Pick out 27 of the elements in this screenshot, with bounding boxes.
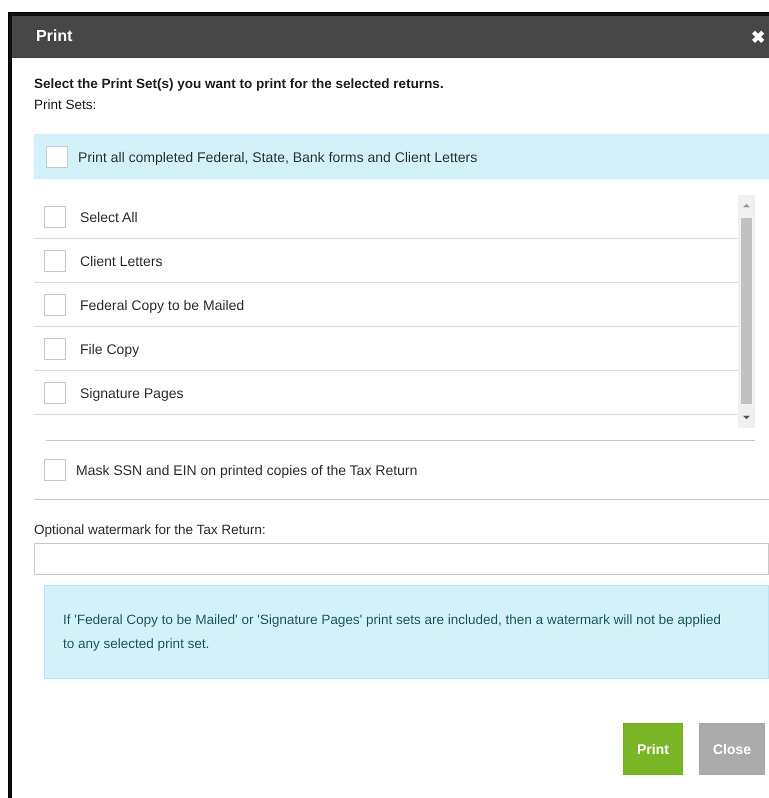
close-button[interactable]: Close (698, 723, 765, 775)
info-message: If 'Federal Copy to be Mailed' or 'Signature Pages' print sets are included, then a watermark will not be applied to any selected print set. (44, 585, 769, 679)
checkbox[interactable] (44, 206, 66, 228)
print-set-label: Client Letters (80, 252, 162, 268)
instruction-text: Select the Print Set(s) you want to print for the selected returns. (34, 76, 445, 91)
print-set-label: Signature Pages (80, 384, 184, 400)
checkbox[interactable] (44, 382, 66, 404)
close-button[interactable]: ✖ (751, 26, 765, 48)
print-sets-label: Print Sets: (34, 97, 98, 112)
checkbox[interactable] (44, 459, 66, 481)
scroll-up-icon[interactable] (742, 201, 751, 210)
checkbox[interactable] (44, 338, 66, 360)
scroll-down-icon[interactable] (742, 413, 751, 422)
print-button[interactable]: Print (622, 723, 683, 775)
print-set-label: File Copy (80, 340, 140, 356)
print-set-label: Federal Copy to be Mailed (80, 296, 244, 312)
watermark-label: Optional watermark for the Tax Return: (34, 522, 267, 537)
checkbox[interactable] (44, 250, 66, 272)
print-all-label: Print all completed Federal, State, Bank forms and Client Letters (78, 148, 478, 164)
scrollbar-thumb[interactable] (741, 218, 752, 404)
checkbox[interactable] (46, 146, 68, 168)
scrollbar[interactable] (738, 195, 755, 428)
checkbox[interactable] (44, 294, 66, 316)
mask-label: Mask SSN and EIN on printed copies of the Tax Return (76, 462, 418, 478)
print-set-label: Select All (80, 208, 138, 224)
watermark-input-field[interactable] (34, 543, 769, 575)
dialog-title: Print (36, 28, 72, 46)
